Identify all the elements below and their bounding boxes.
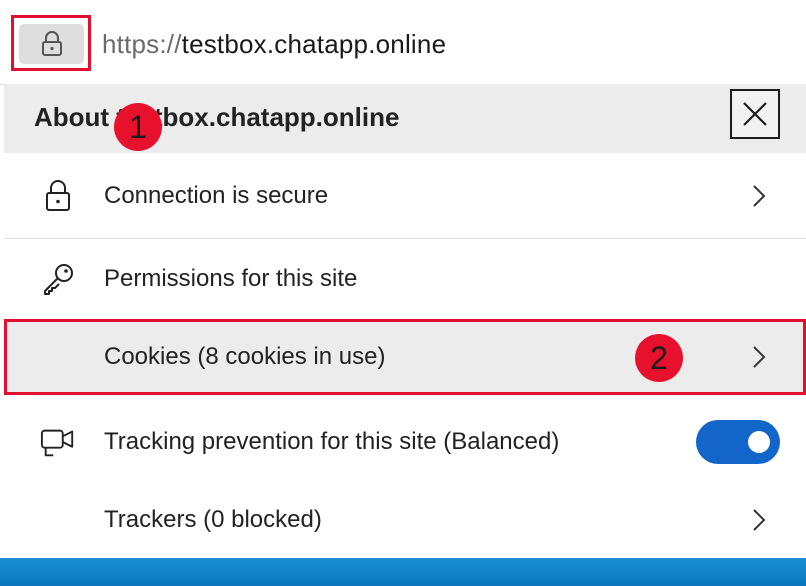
url-text[interactable]: https://testbox.chatapp.online <box>102 28 446 60</box>
permissions-item[interactable]: Permissions for this site <box>4 239 806 319</box>
url-scheme: https:// <box>102 29 182 59</box>
chevron-right-icon <box>753 346 766 368</box>
close-button[interactable] <box>730 89 780 139</box>
tracking-prevention-toggle[interactable] <box>696 420 780 464</box>
tracking-prevention-item: Tracking prevention for this site (Balan… <box>4 400 806 484</box>
row-icon-container <box>40 178 76 214</box>
permissions-label: Permissions for this site <box>104 265 358 292</box>
toggle-knob <box>748 431 770 453</box>
site-info-button-surface[interactable] <box>19 24 84 64</box>
chevron-right-icon <box>753 509 766 531</box>
step-badge-1: 1 <box>114 103 162 151</box>
background-page-strip <box>0 558 806 586</box>
connection-security-label: Connection is secure <box>104 182 329 209</box>
close-icon <box>743 102 767 126</box>
panel-title: About testbox.chatapp.online <box>34 102 400 132</box>
lock-icon <box>46 180 70 211</box>
connection-security-item[interactable]: Connection is secure <box>4 154 806 238</box>
tracking-prevention-label: Tracking prevention for this site (Balan… <box>104 428 560 455</box>
row-icon-container <box>40 424 76 460</box>
row-icon-container <box>40 261 76 297</box>
trackers-label: Trackers (0 blocked) <box>104 506 322 533</box>
address-bar: https://testbox.chatapp.online <box>0 0 806 85</box>
cookies-item[interactable]: Cookies (8 cookies in use) <box>4 319 806 395</box>
tracking-camera-icon <box>40 429 74 457</box>
site-info-button[interactable] <box>11 15 91 71</box>
step-badge-2: 2 <box>635 334 683 382</box>
key-icon <box>44 264 73 295</box>
url-host: testbox.chatapp.online <box>181 29 447 59</box>
lock-icon <box>41 31 62 56</box>
chevron-right-icon <box>753 185 766 207</box>
cookies-label: Cookies (8 cookies in use) <box>104 343 386 370</box>
trackers-item[interactable]: Trackers (0 blocked) <box>4 484 806 556</box>
